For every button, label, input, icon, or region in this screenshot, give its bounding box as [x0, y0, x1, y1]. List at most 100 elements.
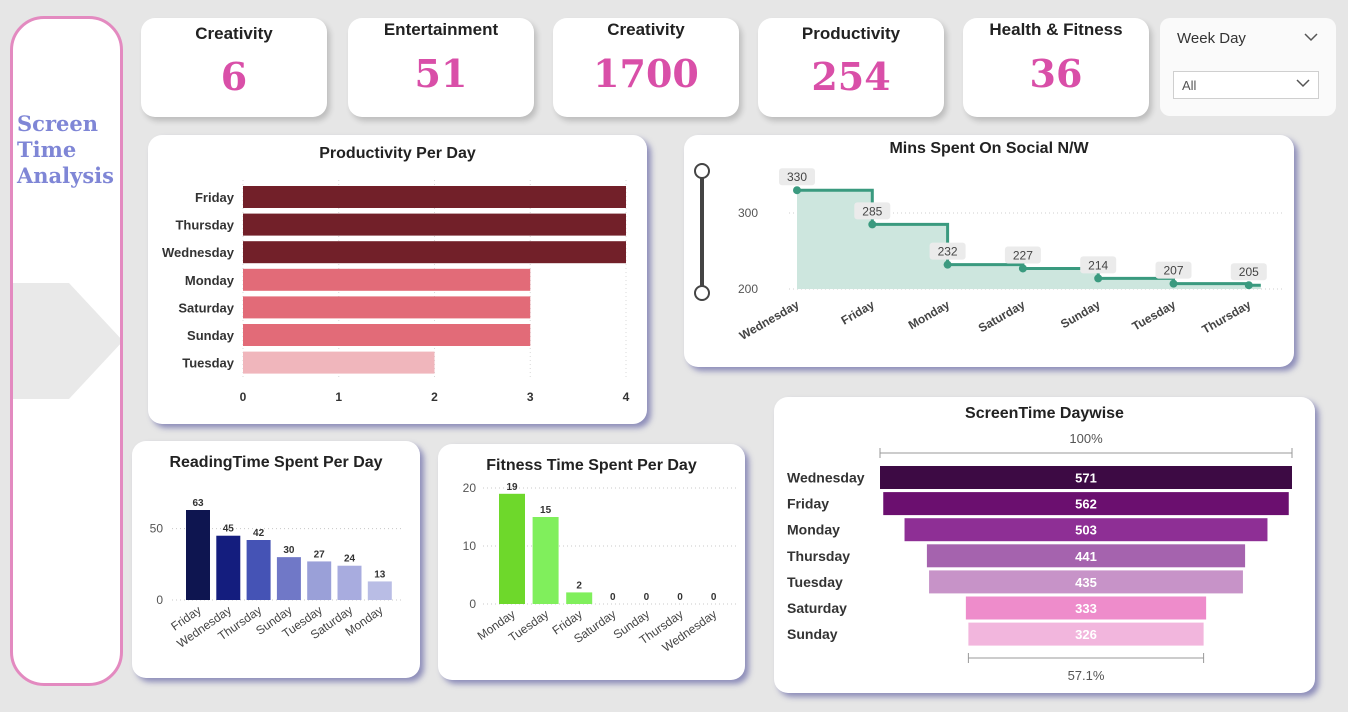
x-tick-label: Tuesday [1130, 297, 1179, 333]
data-label: 326 [1075, 627, 1097, 642]
y-tick-label: 0 [469, 597, 476, 611]
funnel-bottom-label: 57.1% [1068, 668, 1105, 683]
social-chart: 200 300 330 Wednesday 285 Friday 232 Monday 227 S… [694, 163, 1282, 343]
kpi-card-productivity: Productivity 254 [758, 18, 944, 117]
bar [367, 581, 392, 600]
data-label: 0 [711, 592, 717, 603]
data-point [1169, 279, 1178, 288]
kpi-card-entertainment: Entertainment 51 [348, 18, 534, 117]
data-label: 27 [314, 549, 326, 560]
slicer-label: Week Day [1177, 30, 1246, 47]
kpi-value: 36 [1029, 51, 1083, 96]
data-label: 19 [506, 482, 518, 493]
kpi-card-health-fitness: Health & Fitness 36 [963, 18, 1149, 117]
x-tick-label: 0 [240, 390, 247, 404]
x-tick-label: Monday [906, 297, 953, 332]
x-tick-label: Sunday [1058, 297, 1103, 331]
data-label: 15 [540, 505, 552, 516]
page-title: Screen Time Analysis [17, 111, 114, 188]
kpi-value: 51 [414, 51, 468, 96]
x-tick-label: 3 [527, 390, 534, 404]
bar [243, 351, 435, 374]
bar [499, 493, 525, 604]
y-tick-label: Wednesday [162, 245, 235, 260]
category-label: Thursday [787, 548, 850, 564]
weekday-dropdown[interactable]: All [1173, 71, 1319, 99]
data-label: 441 [1075, 549, 1097, 564]
sidebar-panel: Screen Time Analysis [10, 16, 123, 686]
y-tick-label: Saturday [178, 300, 234, 315]
data-label: 330 [787, 170, 807, 184]
bar [243, 213, 626, 236]
data-point [943, 260, 952, 269]
x-tick-label: Thursday [1200, 297, 1254, 336]
kpi-card-creativity-2: Creativity 1700 [553, 18, 739, 117]
screentime-chart-card: ScreenTime Daywise 100% 571 Wednesday 562 Fr… [774, 397, 1315, 693]
data-point [1018, 264, 1027, 273]
data-label: 0 [677, 592, 683, 603]
data-point [793, 186, 801, 195]
data-label: 2 [576, 580, 582, 591]
x-tick-label: 1 [335, 390, 342, 404]
x-tick-label: Friday [839, 297, 877, 327]
data-label: 214 [1088, 258, 1108, 272]
slider-handle[interactable] [694, 163, 710, 179]
x-tick-label: 4 [623, 390, 630, 404]
y-tick-label: Thursday [175, 218, 234, 233]
y-tick-label: Friday [195, 190, 235, 205]
bar [243, 186, 626, 208]
bar [186, 510, 210, 600]
data-label: 30 [283, 545, 295, 556]
slider-handle[interactable] [694, 285, 710, 301]
bar [276, 557, 301, 600]
social-chart-card: Mins Spent On Social N/W 200 300 330 Wednes… [684, 135, 1294, 367]
productivity-chart: 0 1 2 3 4 Friday Thursday Wednesday Monday Saturd… [162, 180, 630, 404]
screentime-funnel-chart: 100% 571 Wednesday 562 Friday 503 Monday 441 Thu… [787, 431, 1293, 683]
x-tick-label: Wednesday [737, 297, 802, 343]
bar [243, 324, 531, 346]
kpi-label: Health & Fitness [989, 20, 1123, 39]
x-tick-label: Saturday [976, 297, 1028, 335]
data-label: 207 [1163, 264, 1183, 278]
data-label: 232 [938, 245, 958, 259]
bar [566, 592, 593, 604]
data-point [1094, 274, 1103, 283]
x-tick-label: 2 [431, 390, 438, 404]
bar [532, 517, 559, 604]
data-label: 227 [1013, 248, 1033, 262]
reading-chart: 05063Friday45Wednesday42Thursday30Sunday… [150, 498, 402, 651]
data-label: 42 [253, 528, 265, 539]
data-point [1244, 281, 1253, 290]
productivity-chart-card: Productivity Per Day 0 1 2 3 4 Friday Thursday… [148, 135, 647, 424]
data-label: 45 [223, 524, 235, 535]
bar [337, 565, 362, 600]
kpi-label: Entertainment [383, 20, 499, 39]
bar [246, 540, 271, 600]
chevron-down-icon[interactable] [1296, 77, 1310, 91]
funnel-top-label: 100% [1069, 431, 1103, 446]
y-tick-label: 200 [738, 282, 758, 296]
bar [216, 535, 241, 600]
y-tick-label: 300 [738, 206, 758, 220]
data-label: 435 [1075, 575, 1097, 590]
kpi-label: Productivity [801, 24, 901, 43]
y-tick-label: 10 [463, 539, 477, 553]
weekday-slicer[interactable]: Week Day All [1160, 18, 1336, 116]
data-point [868, 220, 877, 229]
data-label: 0 [610, 592, 616, 603]
chevron-right-icon[interactable] [13, 283, 123, 399]
bar [243, 296, 531, 319]
fitness-chart-card: Fitness Time Spent Per Day 0 10 20 19 Monday… [438, 444, 745, 680]
kpi-label: Creativity [195, 24, 273, 43]
kpi-card-creativity: Creativity 6 [141, 18, 327, 117]
y-tick-label: Tuesday [182, 356, 235, 371]
kpi-value: 6 [220, 54, 248, 99]
reading-chart-card: ReadingTime Spent Per Day 0 50 63 Friday 45 W… [132, 441, 420, 678]
kpi-value: 254 [811, 54, 891, 99]
y-tick-label: 20 [463, 481, 477, 495]
category-label: Monday [787, 522, 840, 538]
bar [307, 561, 332, 600]
chevron-down-icon[interactable] [1304, 30, 1318, 45]
category-label: Sunday [787, 626, 838, 642]
kpi-label: Creativity [607, 20, 685, 39]
